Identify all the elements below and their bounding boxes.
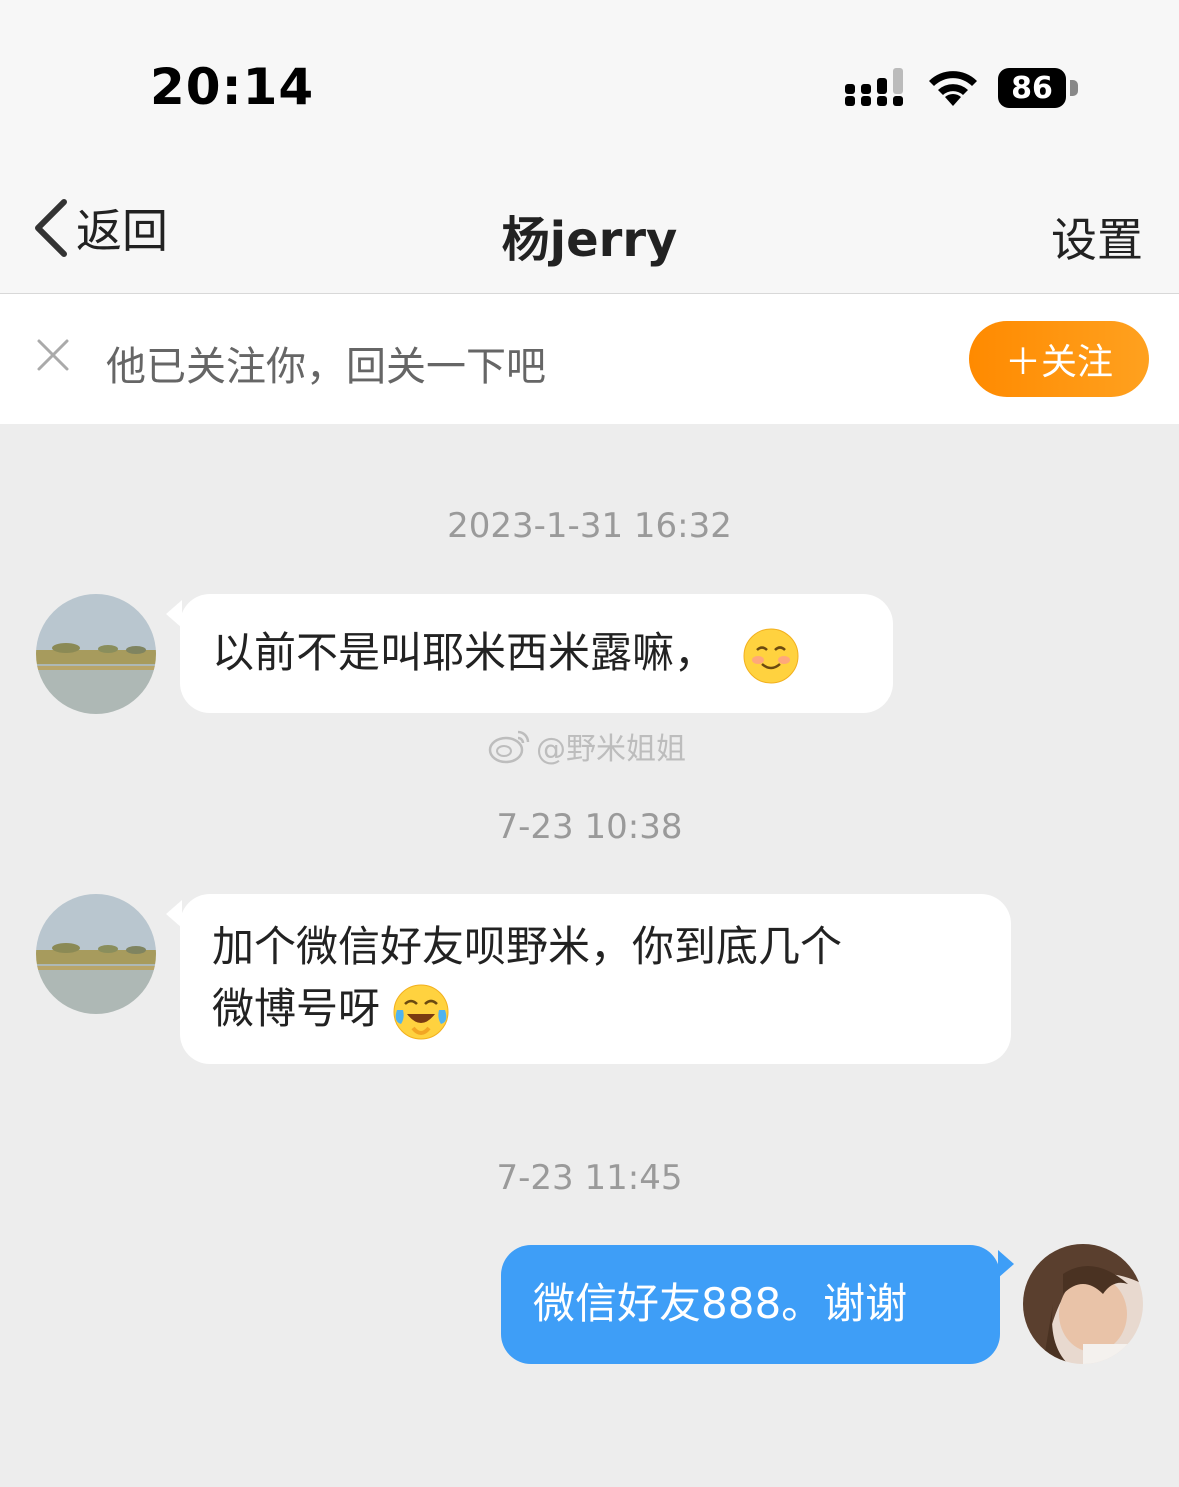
- page-title: 杨jerry: [501, 212, 678, 268]
- bubble-tail: [998, 1250, 1014, 1278]
- message-timestamp: 2023-1-31 16:32: [447, 506, 732, 546]
- laugh-cry-emoji-icon: [393, 984, 449, 1039]
- user-portrait-image: [1023, 1244, 1143, 1364]
- message-text-line: 加个微信好友呗野米，你到底几个: [212, 922, 843, 971]
- nav-bar: 返回 杨jerry 设置: [0, 160, 1179, 294]
- weibo-watermark: @野米姐姐: [488, 726, 686, 767]
- message-text: 微信好友888。谢谢: [533, 1279, 908, 1328]
- signal-icon: [845, 68, 903, 106]
- wifi-icon: [929, 71, 977, 106]
- follow-banner: 他已关注你，回关一下吧 ＋关注: [0, 294, 1179, 424]
- follow-button[interactable]: ＋关注: [969, 321, 1149, 397]
- message-text: 以前不是叫耶米西米露嘛，: [212, 628, 717, 677]
- weibo-logo-icon: [488, 730, 530, 764]
- battery-indicator: 86: [998, 68, 1066, 108]
- lake-landscape-image: [36, 894, 156, 1014]
- contact-avatar[interactable]: [36, 894, 156, 1014]
- user-avatar[interactable]: [1023, 1244, 1143, 1364]
- follow-banner-text: 他已关注你，回关一下吧: [106, 344, 546, 390]
- incoming-message-bubble[interactable]: 加个微信好友呗野米，你到底几个 微博号呀: [180, 894, 1011, 1064]
- message-timestamp: 7-23 10:38: [496, 807, 683, 847]
- message-text-line: 微博号呀: [212, 984, 381, 1033]
- smile-blush-emoji-icon: [743, 628, 799, 683]
- battery-tip: [1070, 80, 1078, 96]
- incoming-message-bubble[interactable]: 以前不是叫耶米西米露嘛，: [180, 594, 893, 713]
- lake-landscape-image: [36, 594, 156, 714]
- watermark-text: @野米姐姐: [536, 732, 686, 767]
- message-timestamp: 7-23 11:45: [496, 1158, 683, 1198]
- outgoing-message-bubble[interactable]: 微信好友888。谢谢: [501, 1245, 1000, 1364]
- status-bar: 20:14 86: [0, 0, 1179, 160]
- close-icon[interactable]: [36, 338, 70, 372]
- contact-avatar[interactable]: [36, 594, 156, 714]
- settings-button[interactable]: 设置: [1051, 204, 1143, 270]
- status-time: 20:14: [150, 58, 315, 116]
